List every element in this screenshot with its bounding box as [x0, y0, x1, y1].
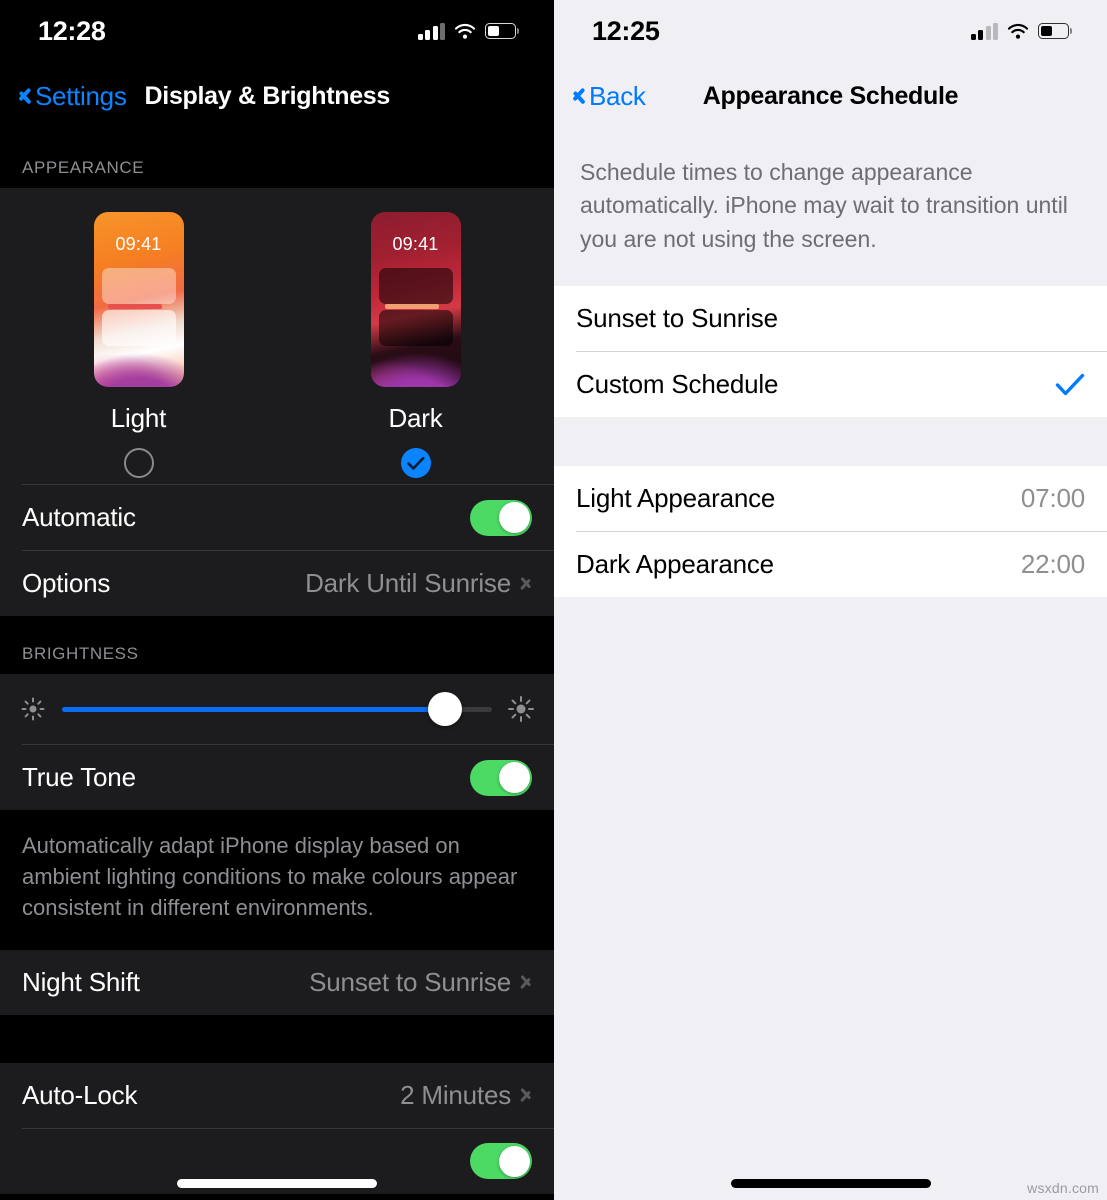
- row-auto-lock[interactable]: Auto-Lock 2 Minutes: [0, 1063, 554, 1128]
- home-indicator-right: [730, 1179, 931, 1188]
- appearance-option-light[interactable]: 09:41 Light: [39, 212, 239, 478]
- row-label-options: Options: [22, 568, 111, 598]
- preview-clock-light: 09:41: [115, 234, 162, 254]
- dual-phone-screenshot: 12:28 Settings Display & Brightness APPE…: [0, 0, 1107, 1200]
- battery-icon: [485, 23, 516, 39]
- page-title-left: Display & Brightness: [144, 81, 391, 110]
- radio-dark-selected[interactable]: [400, 448, 431, 478]
- auto-lock-group: Auto-Lock 2 Minutes: [0, 1062, 554, 1194]
- row-value-night-shift: Sunset to Sunrise: [309, 966, 511, 997]
- row-label-sunset-to-sunrise: Sunset to Sunrise: [576, 303, 778, 334]
- appearance-times-group: Light Appearance 07:00 Dark Appearance 2…: [554, 466, 1107, 598]
- row-label-custom-schedule: Custom Schedule: [576, 369, 779, 400]
- row-automatic[interactable]: Automatic: [0, 485, 554, 550]
- appearance-label-dark: Dark: [388, 403, 443, 433]
- status-bar-indicators: [970, 22, 1069, 40]
- row-label-light-appearance: Light Appearance: [576, 483, 776, 514]
- status-bar-left: 12:28: [0, 0, 554, 62]
- appearance-picker: 09:41 Light 09:41 Dark: [0, 188, 554, 484]
- chevron-right-icon: [521, 1086, 532, 1105]
- row-label-night-shift: Night Shift: [22, 966, 140, 997]
- light-mode-preview: 09:41: [93, 212, 184, 387]
- chevron-left-icon: [572, 84, 586, 108]
- schedule-options-group: Sunset to Sunrise Custom Schedule: [554, 286, 1107, 418]
- row-night-shift[interactable]: Night Shift Sunset to Sunrise: [0, 950, 554, 1015]
- row-value-auto-lock: 2 Minutes: [400, 1079, 511, 1110]
- schedule-description: Schedule times to change appearance auto…: [554, 130, 1107, 287]
- wifi-icon: [1007, 23, 1029, 40]
- row-custom-schedule[interactable]: Custom Schedule: [554, 352, 1107, 417]
- appearance-group: 09:41 Light 09:41 Dark Automatic Options…: [0, 188, 554, 616]
- check-icon-selected: [1055, 372, 1085, 398]
- row-sunset-to-sunrise[interactable]: Sunset to Sunrise: [554, 286, 1107, 351]
- back-button[interactable]: Back: [572, 81, 646, 112]
- night-shift-group: Night Shift Sunset to Sunrise: [0, 949, 554, 1015]
- row-label-true-tone: True Tone: [22, 762, 136, 792]
- brightness-low-icon: [20, 696, 46, 722]
- back-button-label: Settings: [35, 80, 127, 111]
- brightness-high-icon: [508, 696, 534, 722]
- row-label-automatic: Automatic: [22, 502, 136, 532]
- cellular-signal-icon: [417, 22, 445, 40]
- chevron-right-icon: [521, 574, 532, 593]
- brightness-slider-row: [0, 674, 554, 744]
- row-label-dark-appearance: Dark Appearance: [576, 549, 774, 580]
- back-button-label: Back: [589, 80, 646, 111]
- toggle-partially-visible[interactable]: [470, 1143, 532, 1180]
- row-light-appearance[interactable]: Light Appearance 07:00: [554, 466, 1107, 531]
- phone-screen-display-brightness: 12:28 Settings Display & Brightness APPE…: [0, 0, 554, 1200]
- check-icon: [406, 456, 424, 470]
- status-bar-clock: 12:28: [38, 15, 106, 46]
- status-bar-clock: 12:25: [592, 15, 660, 46]
- cellular-signal-icon: [970, 22, 998, 40]
- preview-clock-dark: 09:41: [392, 234, 439, 254]
- toggle-automatic[interactable]: [470, 499, 532, 536]
- dark-mode-preview: 09:41: [370, 212, 461, 387]
- brightness-group: True Tone: [0, 674, 554, 810]
- section-gap: [0, 1014, 554, 1063]
- chevron-right-icon: [521, 973, 532, 992]
- home-indicator-left: [177, 1179, 377, 1188]
- toggle-true-tone[interactable]: [470, 759, 532, 796]
- row-dark-appearance[interactable]: Dark Appearance 22:00: [554, 532, 1107, 597]
- phone-screen-appearance-schedule: 12:25 Back Appearance Schedule Schedule …: [554, 0, 1107, 1200]
- battery-icon: [1038, 23, 1069, 39]
- row-true-tone[interactable]: True Tone: [0, 745, 554, 810]
- section-gap: [554, 417, 1107, 467]
- brightness-slider[interactable]: [62, 692, 492, 726]
- radio-light-unselected[interactable]: [123, 448, 154, 478]
- status-bar-right: 12:25: [554, 0, 1107, 62]
- true-tone-description: Automatically adapt iPhone display based…: [0, 810, 554, 950]
- section-header-appearance: APPEARANCE: [0, 130, 554, 188]
- row-value-options: Dark Until Sunrise: [305, 568, 511, 598]
- status-bar-indicators: [417, 22, 516, 40]
- section-header-brightness: BRIGHTNESS: [0, 616, 554, 674]
- watermark: wsxdn.com: [1027, 1180, 1099, 1196]
- row-label-auto-lock: Auto-Lock: [22, 1079, 138, 1110]
- chevron-left-icon: [18, 84, 32, 108]
- wifi-icon: [454, 23, 476, 40]
- row-options[interactable]: Options Dark Until Sunrise: [0, 551, 554, 616]
- nav-bar-left: Settings Display & Brightness: [0, 62, 554, 130]
- row-value-light-appearance-time: 07:00: [1020, 483, 1085, 514]
- appearance-option-dark[interactable]: 09:41 Dark: [316, 212, 516, 478]
- appearance-label-light: Light: [110, 403, 167, 433]
- brightness-slider-handle[interactable]: [427, 692, 462, 726]
- row-value-dark-appearance-time: 22:00: [1020, 549, 1085, 580]
- nav-bar-right: Back Appearance Schedule: [554, 62, 1107, 130]
- back-to-settings-button[interactable]: Settings: [18, 81, 127, 112]
